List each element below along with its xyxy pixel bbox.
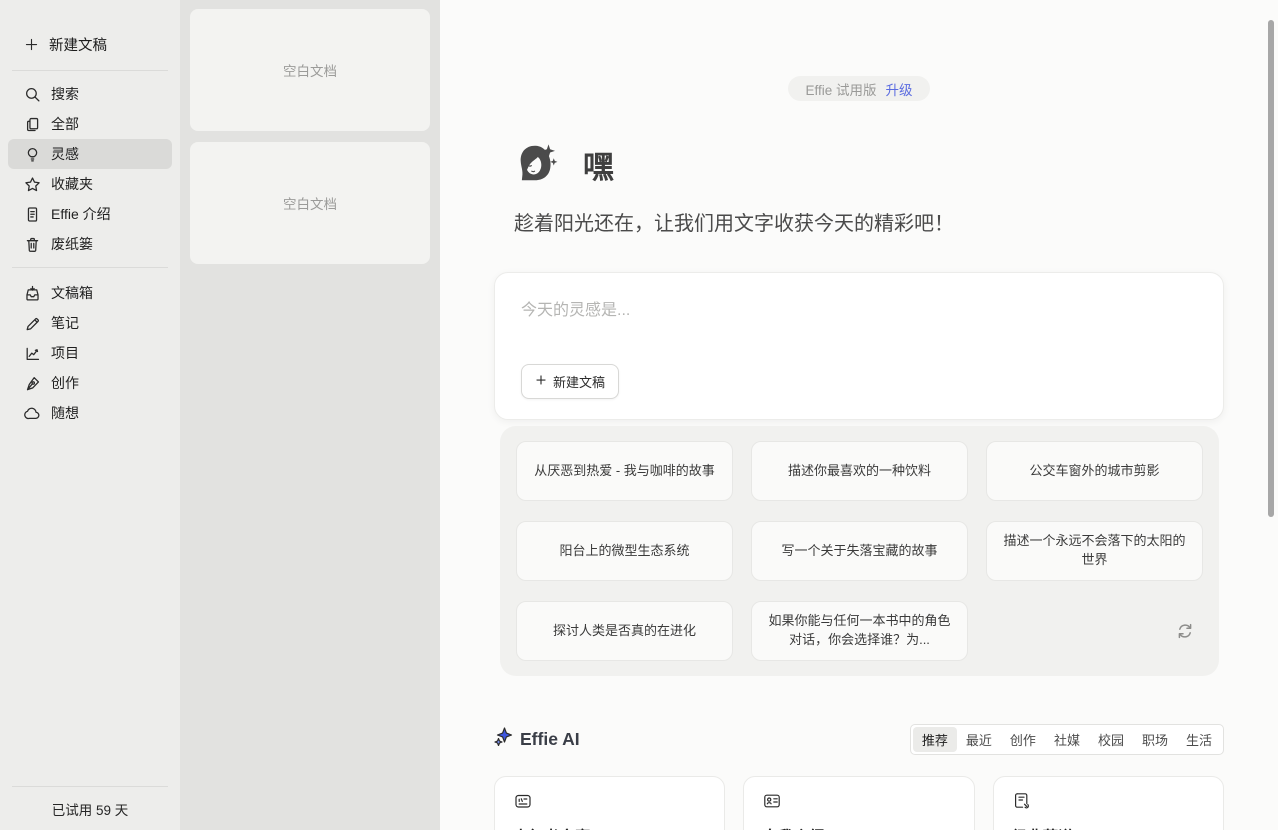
sidebar-item-label: 项目 <box>51 343 79 363</box>
ai-card-title: 经典菜谱 <box>1012 825 1205 830</box>
sidebar-footer: 已试用 59 天 <box>0 786 180 830</box>
sidebar-item-label: 收藏夹 <box>51 174 93 194</box>
prompt-chip[interactable]: 写一个关于失落宝藏的故事 <box>751 521 968 581</box>
ai-template-card-self-intro[interactable]: 自我介绍 <box>743 776 974 830</box>
sidebar-item-label: 搜索 <box>51 84 79 104</box>
sidebar-item-search[interactable]: 搜索 <box>8 79 172 109</box>
ai-card-title: 小红书文案 <box>513 825 706 830</box>
effie-ai-heading: Effie AI <box>494 727 580 751</box>
prompt-suggestions-panel: 从厌恶到热爱 - 我与咖啡的故事 描述你最喜欢的一种饮料 公交车窗外的城市剪影 … <box>500 426 1219 676</box>
sidebar-item-label: 随想 <box>51 403 79 423</box>
tab-recent[interactable]: 最近 <box>957 727 1001 752</box>
cloud-icon <box>24 405 41 422</box>
sidebar-item-creation[interactable]: 创作 <box>8 368 172 398</box>
composer-new-document-button[interactable]: 新建文稿 <box>521 364 619 399</box>
sidebar-item-label: 创作 <box>51 373 79 393</box>
inbox-icon <box>24 285 41 302</box>
trial-days-label: 已试用 59 天 <box>0 787 180 830</box>
prompt-chip[interactable]: 阳台上的微型生态系统 <box>516 521 733 581</box>
sidebar-item-label: Effie 介绍 <box>51 204 111 224</box>
recipe-icon <box>1012 798 1032 815</box>
search-icon <box>24 86 41 103</box>
bulb-icon <box>24 146 41 163</box>
document-title: 空白文档 <box>283 193 337 213</box>
sidebar-item-label: 废纸篓 <box>51 234 93 254</box>
id-card-icon <box>762 798 782 815</box>
sidebar-item-label: 全部 <box>51 114 79 134</box>
tab-life[interactable]: 生活 <box>1177 727 1221 752</box>
prompt-chip[interactable]: 描述一个永远不会落下的太阳的世界 <box>986 521 1203 581</box>
prompt-chip[interactable]: 描述你最喜欢的一种饮料 <box>751 441 968 501</box>
plan-label: Effie 试用版 <box>805 79 876 99</box>
sidebar-item-notes[interactable]: 笔记 <box>8 308 172 338</box>
tab-campus[interactable]: 校园 <box>1089 727 1133 752</box>
xiaohongshu-icon <box>513 798 533 815</box>
document-list: 空白文档 空白文档 <box>180 0 440 830</box>
ai-template-card-xiaohongshu[interactable]: 小红书文案 <box>494 776 725 830</box>
input-placeholder: 今天的灵感是... <box>521 296 1197 320</box>
document-icon <box>24 206 41 223</box>
sidebar-item-projects[interactable]: 项目 <box>8 338 172 368</box>
sidebar-item-docbox[interactable]: 文稿箱 <box>8 278 172 308</box>
greeting-title: 嘿 <box>583 142 614 187</box>
document-card[interactable]: 空白文档 <box>190 9 430 131</box>
plan-badge: Effie 试用版 升级 <box>788 76 929 101</box>
effie-ai-title: Effie AI <box>520 729 580 750</box>
plus-icon <box>535 374 547 389</box>
composer-new-document-label: 新建文稿 <box>553 372 605 391</box>
pages-icon <box>24 116 41 133</box>
prompt-chip[interactable]: 公交车窗外的城市剪影 <box>986 441 1203 501</box>
new-document-label: 新建文稿 <box>49 34 107 55</box>
prompt-chip[interactable]: 从厌恶到热爱 - 我与咖啡的故事 <box>516 441 733 501</box>
scrollbar-thumb[interactable] <box>1268 20 1274 517</box>
app-window: 新建文稿 搜索 全部 灵感 收藏夹 <box>0 0 1278 830</box>
prompt-chip[interactable]: 如果你能与任何一本书中的角色对话，你会选择谁？为... <box>751 601 968 661</box>
sidebar-divider <box>12 267 168 268</box>
star-icon <box>24 176 41 193</box>
sidebar-item-trash[interactable]: 废纸篓 <box>8 229 172 259</box>
document-title: 空白文档 <box>283 60 337 80</box>
sidebar-item-inspiration[interactable]: 灵感 <box>8 139 172 169</box>
empty-cell <box>986 601 1203 661</box>
sidebar-item-thoughts[interactable]: 随想 <box>8 398 172 428</box>
sidebar-divider <box>12 70 168 71</box>
assistant-avatar <box>514 141 560 187</box>
sidebar-item-favorites[interactable]: 收藏夹 <box>8 169 172 199</box>
tab-recommended[interactable]: 推荐 <box>913 727 957 752</box>
tab-social[interactable]: 社媒 <box>1045 727 1089 752</box>
document-card[interactable]: 空白文档 <box>190 142 430 264</box>
pencil-icon <box>24 315 41 332</box>
new-document-button[interactable]: 新建文稿 <box>0 0 180 55</box>
refresh-prompts-button[interactable] <box>1175 621 1195 641</box>
sidebar-item-all[interactable]: 全部 <box>8 109 172 139</box>
sidebar-item-effie-intro[interactable]: Effie 介绍 <box>8 199 172 229</box>
sidebar: 新建文稿 搜索 全部 灵感 收藏夹 <box>0 0 180 830</box>
sidebar-item-label: 灵感 <box>51 144 79 164</box>
prompt-chip[interactable]: 探讨人类是否真的在进化 <box>516 601 733 661</box>
main-panel: Effie 试用版 升级 嘿 <box>440 0 1278 830</box>
sparkles-icon <box>494 727 513 751</box>
plus-icon <box>24 37 39 52</box>
trash-icon <box>24 236 41 253</box>
pen-icon <box>24 375 41 392</box>
greeting-subtitle: 趁着阳光还在，让我们用文字收获今天的精彩吧！ <box>494 207 1224 236</box>
tab-workplace[interactable]: 职场 <box>1133 727 1177 752</box>
sidebar-item-label: 文稿箱 <box>51 283 93 303</box>
sidebar-item-label: 笔记 <box>51 313 79 333</box>
ai-card-title: 自我介绍 <box>762 825 955 830</box>
ai-template-card-recipe[interactable]: 经典菜谱 <box>993 776 1224 830</box>
upgrade-link[interactable]: 升级 <box>886 79 913 99</box>
inspiration-input[interactable]: 今天的灵感是... 新建文稿 <box>494 272 1224 420</box>
chart-icon <box>24 345 41 362</box>
tab-creation[interactable]: 创作 <box>1001 727 1045 752</box>
ai-category-tabs: 推荐 最近 创作 社媒 校园 职场 生活 <box>910 724 1224 755</box>
